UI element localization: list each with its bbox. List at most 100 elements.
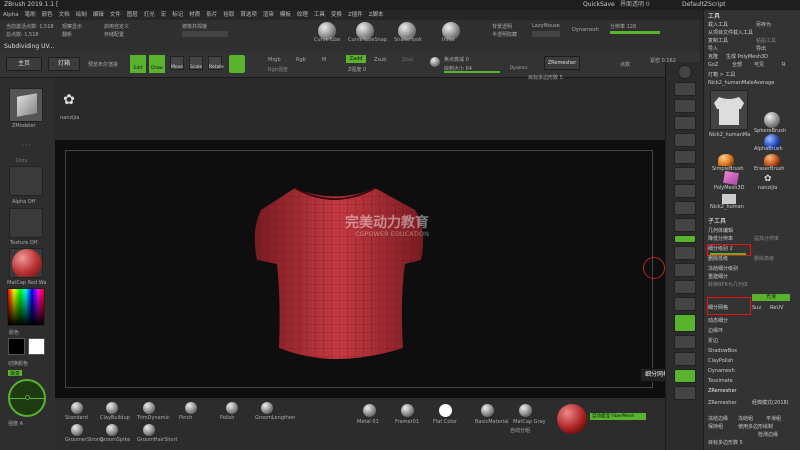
keep-groups-button[interactable]: 保持组 bbox=[708, 424, 723, 431]
main-color-swatch[interactable] bbox=[8, 338, 25, 355]
menu-item[interactable]: 颜色 bbox=[39, 10, 56, 20]
home-button[interactable]: 主页 bbox=[6, 57, 42, 71]
smooth-groups-button[interactable]: 平滑组 bbox=[766, 416, 781, 423]
slider-track[interactable] bbox=[182, 31, 228, 37]
script-name[interactable]: DefaultZScript bbox=[682, 0, 725, 10]
eraserbrush-icon[interactable] bbox=[764, 154, 780, 166]
zcut-button[interactable]: Zcut bbox=[402, 57, 413, 63]
brush-icon[interactable] bbox=[106, 424, 118, 436]
mrgb-button[interactable]: Mrgb bbox=[268, 57, 281, 63]
active-toggle-icon[interactable] bbox=[673, 235, 696, 243]
dynamesh-section[interactable]: Dynamesh bbox=[708, 368, 735, 375]
paste-tool-button[interactable]: 粘贴工具 bbox=[756, 38, 776, 45]
view-tool-icon[interactable] bbox=[673, 133, 696, 147]
rgb-intensity-slider[interactable]: Rgb强度 bbox=[268, 66, 288, 73]
crease-section[interactable]: 折边 bbox=[708, 338, 718, 345]
load-tool-button[interactable]: 载入工具 bbox=[708, 22, 728, 29]
geometry-section[interactable]: 几何体编辑 bbox=[708, 228, 733, 235]
detect-edges-button[interactable]: 检测边缘 bbox=[758, 432, 778, 439]
zremesher-section[interactable]: ZRemesher bbox=[708, 388, 737, 395]
brush-icon[interactable] bbox=[143, 402, 155, 414]
spherebrush-icon[interactable] bbox=[764, 112, 780, 128]
view-tool-icon[interactable] bbox=[673, 297, 696, 311]
dots-stroke-icon[interactable]: ⋯ bbox=[14, 140, 38, 156]
material-icon[interactable] bbox=[519, 404, 532, 417]
target-polys-slider[interactable]: 目标多边形数 5 bbox=[708, 440, 743, 447]
view-tool-icon[interactable] bbox=[673, 116, 696, 130]
zadd-button[interactable]: Zadd bbox=[346, 55, 366, 63]
polymesh3d-icon[interactable] bbox=[723, 170, 739, 186]
freeze-subdivision-button[interactable]: 冻结细分级别 bbox=[708, 266, 738, 273]
menu-item[interactable]: 笔刷 bbox=[22, 10, 39, 20]
delete-lower-button[interactable]: 删除低级 bbox=[708, 256, 728, 263]
zmodeler-brush-icon[interactable] bbox=[9, 88, 43, 122]
view-tool-icon[interactable] bbox=[673, 150, 696, 164]
lightbox-tool-button[interactable]: 灯箱 > 工具 bbox=[708, 72, 735, 79]
menu-item[interactable]: 文件 bbox=[107, 10, 124, 20]
reuv-toggle[interactable]: ReUV bbox=[770, 305, 783, 312]
simplebrush-icon[interactable] bbox=[718, 154, 734, 166]
brush-icon[interactable] bbox=[226, 402, 238, 414]
tool-thumb-main[interactable] bbox=[710, 90, 748, 130]
texture-slot-icon[interactable] bbox=[9, 208, 43, 238]
menu-item[interactable]: 首选项 bbox=[237, 10, 260, 20]
view-tool-icon[interactable] bbox=[673, 99, 696, 113]
intensity-slider[interactable]: 强度 A bbox=[8, 420, 23, 427]
lazymouse-button[interactable]: LazyMouse bbox=[532, 23, 560, 29]
edge-loop-section[interactable]: 边缘环 bbox=[708, 328, 723, 335]
menu-item[interactable]: Z脚本 bbox=[366, 10, 387, 20]
resolution-slider[interactable]: 分辨率 128 bbox=[610, 23, 636, 30]
view-tool-icon[interactable] bbox=[673, 218, 696, 232]
smooth-toggle[interactable]: 光滑 bbox=[752, 294, 790, 301]
clone-button[interactable]: 克隆 bbox=[708, 54, 718, 61]
custom-ui-button[interactable]: 启用自定义 bbox=[104, 23, 129, 30]
menu-item[interactable]: 影片 bbox=[203, 10, 220, 20]
delete-higher-button[interactable]: 删除高级 bbox=[754, 256, 774, 263]
legacy-mode-button[interactable]: 经典模式(2018) bbox=[752, 400, 789, 407]
fibermesh-toggle[interactable]: 自动面显 FiberMesh bbox=[590, 413, 646, 420]
material-icon[interactable] bbox=[481, 404, 494, 417]
move-mode-button[interactable]: Move bbox=[170, 56, 184, 70]
suv-toggle[interactable]: Suv bbox=[752, 305, 761, 312]
bg-transparent-button[interactable]: 背景透明 bbox=[492, 23, 512, 30]
freeze-groups-button[interactable]: 冻结组 bbox=[738, 416, 753, 423]
scale-mode-button[interactable]: Scale bbox=[189, 56, 203, 70]
focal-shift-slider[interactable]: 焦点衰减 0 bbox=[444, 56, 469, 63]
menu-item[interactable]: 文档 bbox=[56, 10, 73, 20]
export-button[interactable]: 导出 bbox=[756, 46, 766, 53]
secondary-color-swatch[interactable] bbox=[28, 338, 45, 355]
polyframe-icon[interactable] bbox=[673, 314, 696, 332]
save-as-button[interactable]: 另存为 bbox=[756, 22, 771, 29]
gradient-toggle[interactable]: 渐变 bbox=[8, 370, 22, 377]
rotate-mode-button[interactable]: Rotate bbox=[208, 56, 224, 70]
lower-res-button[interactable]: 降低分辨率 bbox=[708, 236, 733, 243]
solo-icon[interactable] bbox=[673, 369, 696, 383]
color-picker[interactable] bbox=[7, 288, 45, 326]
view-tool-icon[interactable] bbox=[673, 280, 696, 294]
brush-icon[interactable] bbox=[106, 402, 118, 414]
ui-transparency[interactable]: 界面透明 0 bbox=[620, 0, 650, 10]
reset-button[interactable]: 翻新 bbox=[62, 31, 72, 38]
tessimate-section[interactable]: Tessimate bbox=[708, 378, 733, 385]
current-material-icon[interactable] bbox=[557, 404, 587, 434]
view-tool-icon[interactable] bbox=[673, 386, 696, 400]
matcap-material-icon[interactable] bbox=[9, 248, 43, 278]
menu-item[interactable]: 编辑 bbox=[90, 10, 107, 20]
menu-item[interactable]: 纹理 bbox=[294, 10, 311, 20]
brush-icon[interactable] bbox=[185, 402, 197, 414]
target-polys-readout[interactable]: 目标多边形数 5 bbox=[528, 74, 563, 81]
r-button[interactable]: R bbox=[782, 62, 785, 69]
mirror-weld-button[interactable]: 镜像并焊接 bbox=[182, 23, 207, 30]
preview-boolean-button[interactable]: 预览布尔渲染 bbox=[88, 61, 118, 68]
edit-mode-button[interactable]: Edit bbox=[130, 55, 146, 73]
import-button[interactable]: 导入 bbox=[708, 46, 718, 53]
subtool-section[interactable]: 子工具 bbox=[708, 218, 726, 225]
view-tool-icon[interactable] bbox=[673, 184, 696, 198]
material-icon[interactable] bbox=[401, 404, 414, 417]
view-tool-icon[interactable] bbox=[673, 246, 696, 260]
view-tool-icon[interactable] bbox=[673, 352, 696, 366]
freeze-border-button[interactable]: 冻结边缘 bbox=[708, 416, 728, 423]
draw-mode-button[interactable]: Draw bbox=[149, 55, 165, 73]
copy-tool-button[interactable]: 复制工具 bbox=[708, 38, 728, 45]
view-tool-icon[interactable] bbox=[673, 263, 696, 277]
